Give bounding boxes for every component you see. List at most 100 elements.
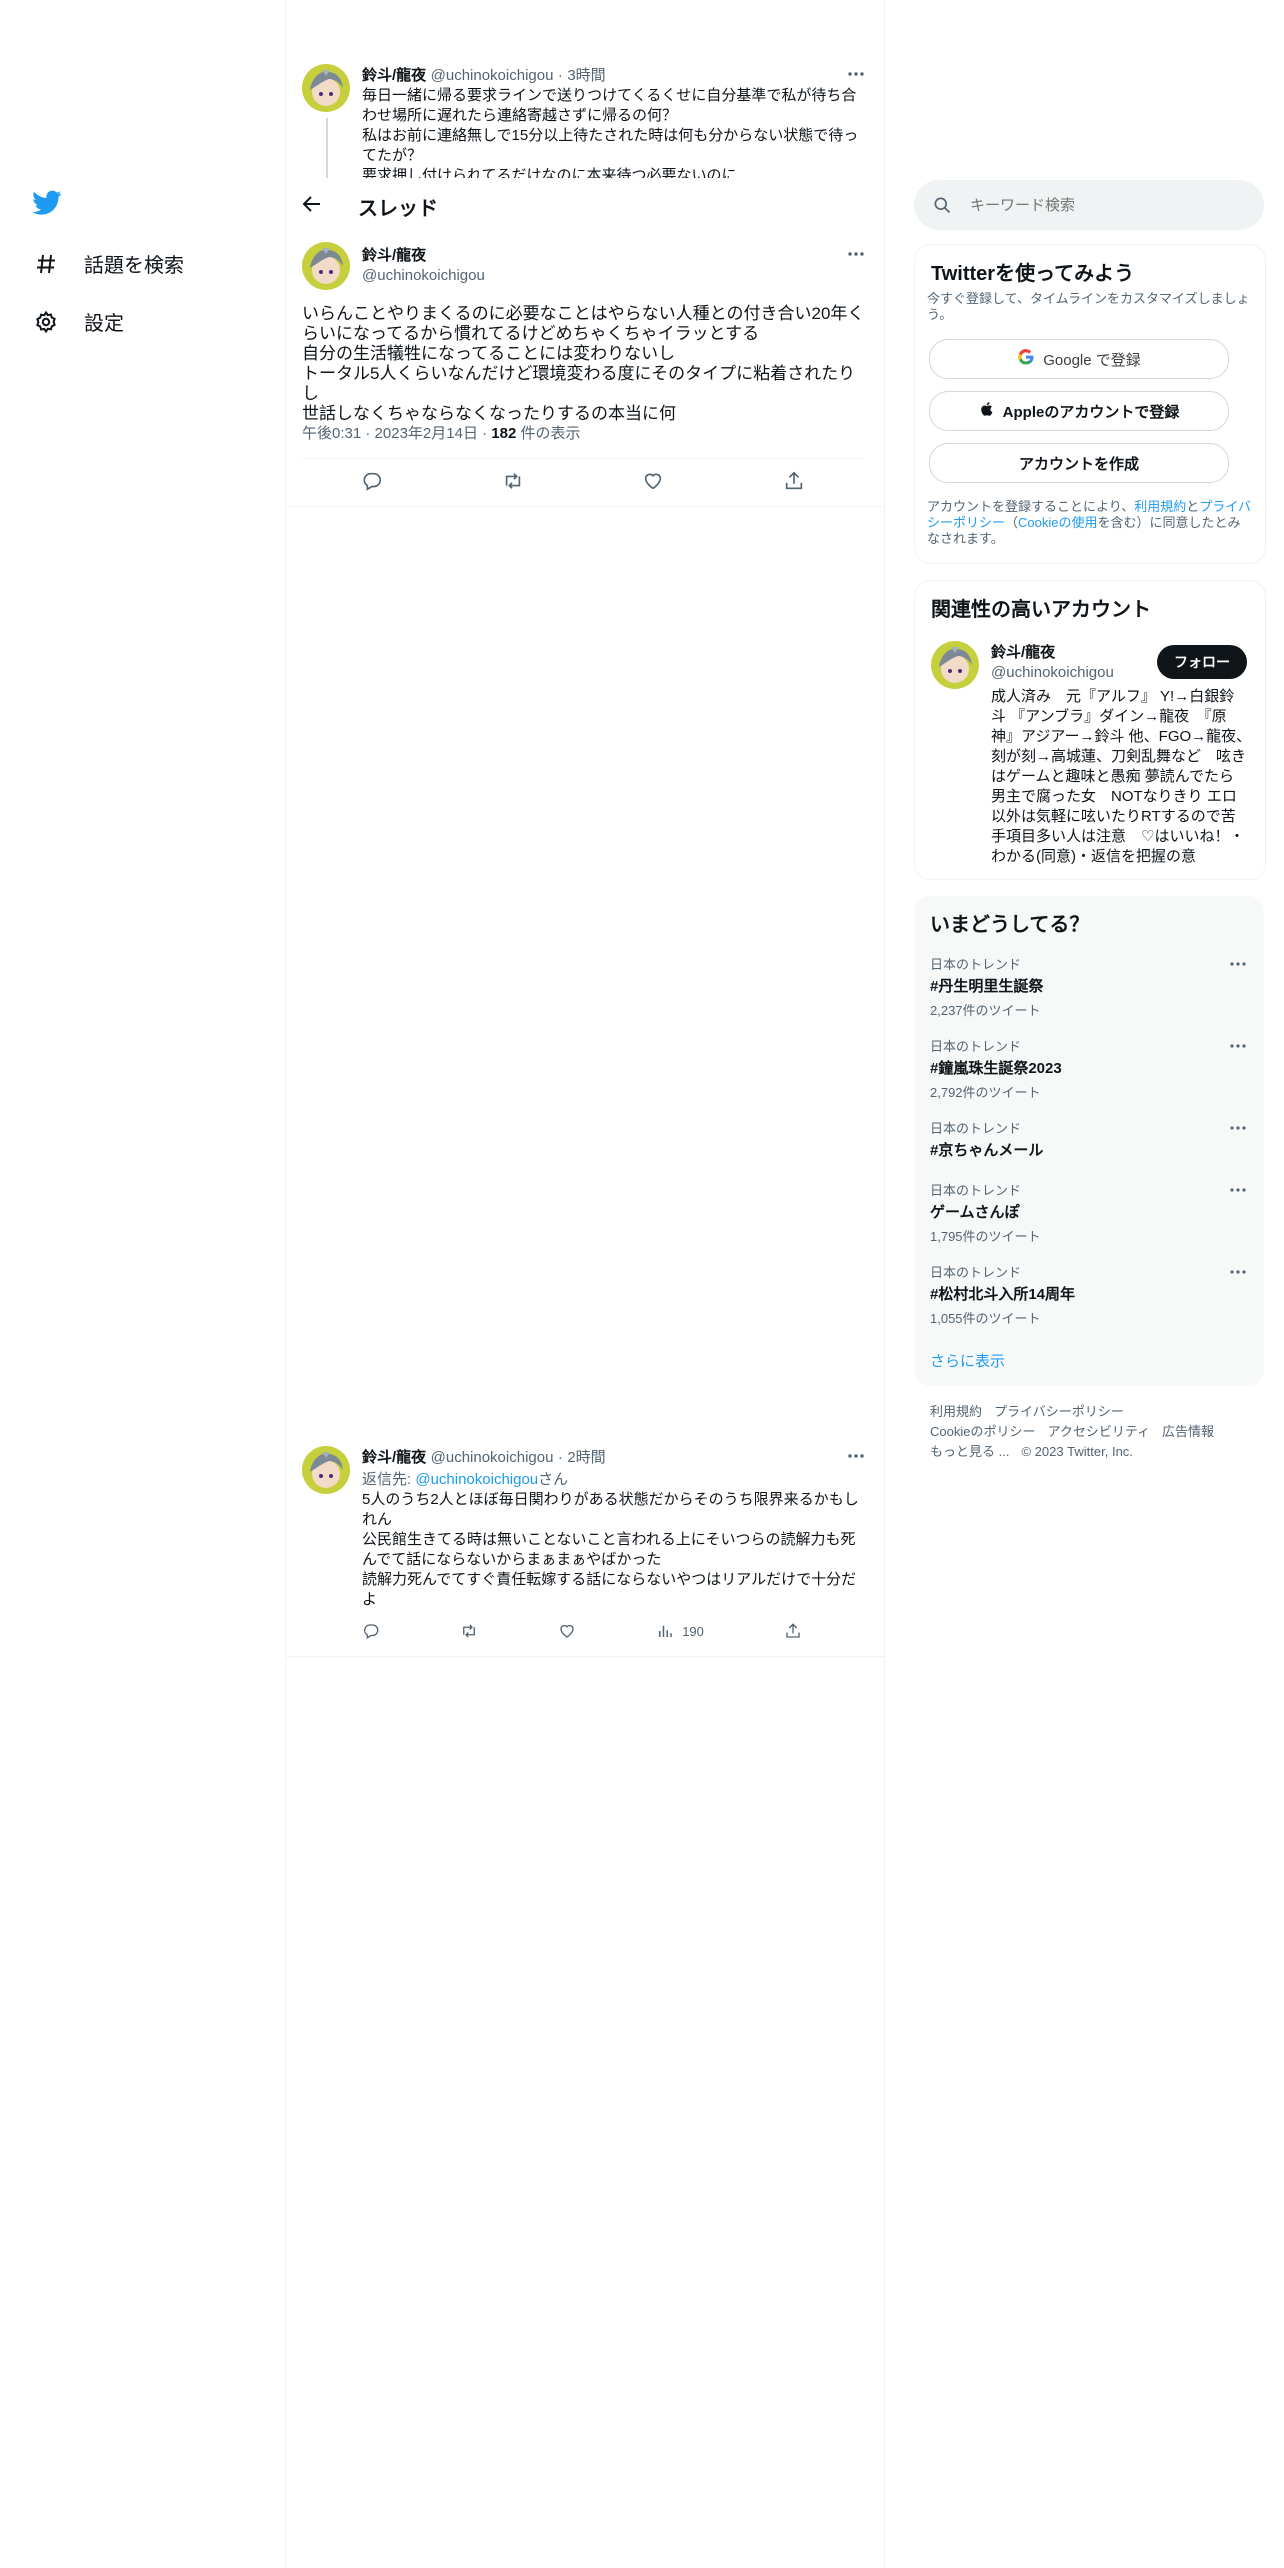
tweet-text-line: トータル5人くらいなんだけど環境変わる度にそのタイプに粘着されたりし [302,364,856,403]
related-account-name[interactable]: 鈴斗/龍夜 [991,641,1114,662]
retweet-icon [463,1624,475,1638]
bio-line: 神』アジアー→鈴斗 他、FGO→龍夜、 [991,728,1252,745]
more-icon[interactable] [1228,1118,1248,1143]
like-button[interactable] [558,1622,576,1640]
trend-category: 日本のトレンド [930,1039,1022,1054]
tweet-text-line: んでて話にならないからまぁまぁやばかった [362,1551,662,1568]
tweet-author-name[interactable]: 鈴斗/龍夜 [362,244,485,265]
tweet-text-line: 公民館生きてる時は無いことないこと言われる上にそいつらの読解力も死 [362,1531,856,1548]
footer-more-link[interactable]: もっと見る ... [930,1444,1009,1459]
views-button[interactable]: 190 [656,1622,704,1640]
reply-button[interactable] [362,1622,380,1640]
more-icon[interactable] [1228,954,1248,979]
footer-cookie-link[interactable]: Cookieのポリシー [930,1424,1035,1439]
bio-line: 成人済み 元『アルフ』 Y!→白銀鈴 [991,688,1235,705]
cookie-link[interactable]: Cookieの使用 [1018,515,1097,530]
tweet-date[interactable]: 2023年2月14日 [375,425,478,442]
analytics-icon [659,1625,672,1637]
main-column-left-border [285,0,286,2568]
nav-explore[interactable]: 話題を検索 [32,249,184,278]
share-icon [785,471,802,490]
tweet-text-line: よ [362,1591,378,1608]
trend-item[interactable]: 日本のトレンド #丹生明里生誕祭 2,237件のツイート [930,954,1248,1019]
search-input[interactable] [968,195,1232,215]
reply-tweet-text: 5人のうち2人とほぼ毎日関わりがある状態だからそのうち限界来るかもし れん 公民… [362,1490,862,1610]
create-account-button[interactable]: アカウントを作成 [929,443,1229,483]
tweet-text-line: いらんことやりまくるのに必要なことはやらない人種との付き合い20年く [302,304,865,323]
trend-count: 1,055件のツイート [930,1311,1041,1326]
footer-terms-link[interactable]: 利用規約 [930,1404,982,1419]
apple-signup-button[interactable]: Appleのアカウントで登録 [929,391,1229,431]
nav-settings[interactable]: 設定 [32,307,124,336]
footer-accessibility-link[interactable]: アクセシビリティ [1047,1424,1150,1439]
nav-explore-label: 話題を検索 [84,255,184,277]
tweet-text-line: 自分の生活犠牲になってることには変わりないし [302,344,676,363]
like-button[interactable] [642,470,664,492]
trend-title: #松村北斗入所14周年 [930,1286,1076,1303]
search-box[interactable] [914,180,1264,230]
tweet-text-line: 読解力死んでてすぐ責任転嫁する話にならないやつはリアルだけで十分だ [362,1571,857,1588]
thread-header: スレッド [286,178,884,232]
tweet-author-handle[interactable]: @uchinokoichigou [431,1449,554,1466]
bio-line: 以外は気軽に呟いたりRTするので苦 [991,808,1236,825]
bio-line: はゲームと趣味と愚痴 夢読んでたら [991,768,1234,785]
reply-tweet-actions: 190 [362,1622,802,1640]
prev-tweet-header: 鈴斗/龍夜 @uchinokoichigou · 3時間 [362,67,606,84]
tweet-author-handle[interactable]: @uchinokoichigou [362,267,485,284]
avatar[interactable] [302,242,350,290]
avatar[interactable] [302,1446,350,1494]
more-icon[interactable] [1228,1036,1248,1061]
trend-category: 日本のトレンド [930,1265,1022,1280]
avatar[interactable] [302,64,350,112]
footer-privacy-link[interactable]: プライバシーポリシー [994,1404,1124,1419]
retweet-button[interactable] [460,1622,478,1640]
terms-link[interactable]: 利用規約 [1134,499,1186,514]
tweet-text-line: てたが？ [362,147,423,164]
tweet-author-handle[interactable]: @uchinokoichigou [431,67,554,84]
related-account-bio: 成人済み 元『アルフ』 Y!→白銀鈴 斗 『アンブラ』ダイン→龍夜 『原 神』ア… [991,687,1255,867]
related-account-handle[interactable]: @uchinokoichigou [991,664,1114,681]
trend-item[interactable]: 日本のトレンド #京ちゃんメール [930,1118,1248,1160]
share-button[interactable] [784,1622,802,1640]
footer-ads-link[interactable]: 広告情報 [1162,1424,1214,1439]
reply-button[interactable] [361,470,383,492]
retweet-button[interactable] [502,470,524,492]
more-icon[interactable] [846,244,866,269]
trend-title: #京ちゃんメール [930,1142,1044,1159]
twitter-logo-icon[interactable] [32,190,64,220]
follow-button[interactable]: フォロー [1157,645,1247,679]
trend-count: 2,792件のツイート [930,1085,1041,1100]
more-icon[interactable] [846,1446,866,1471]
tweet-text-line: 毎日一緒に帰る要求ラインで送りつけてくるくせに自分基準で私が待ち合 [362,87,857,104]
retweet-icon [505,473,520,489]
share-icon [786,1623,800,1638]
more-icon[interactable] [1228,1180,1248,1205]
google-signup-label: Google で登録 [1043,351,1141,369]
tweet-time[interactable]: 2時間 [567,1449,605,1466]
bio-line: 男主で腐った女 NOTなりきり エロ [991,788,1237,805]
tweet-meta: 午後0:31 · 2023年2月14日 · 182 件の表示 [302,425,581,442]
main-tweet-text: いらんことやりまくるのに必要なことはやらない人種との付き合い20年く らいになっ… [302,304,872,424]
trend-item[interactable]: 日本のトレンド #鐘嵐珠生誕祭2023 2,792件のツイート [930,1036,1248,1101]
gear-icon [32,308,60,336]
google-signup-button[interactable]: Google で登録 [929,339,1229,379]
tweet-time[interactable]: 午後0:31 [302,425,361,442]
reply-handle-link[interactable]: @uchinokoichigou [415,1471,538,1488]
tweet-author-name[interactable]: 鈴斗/龍夜 [362,1449,426,1466]
trend-item[interactable]: 日本のトレンド #松村北斗入所14周年 1,055件のツイート [930,1262,1248,1327]
avatar[interactable] [931,641,979,689]
reply-icon [363,472,382,491]
related-title: 関連性の高いアカウント [931,599,1151,621]
show-more-link[interactable]: さらに表示 [930,1350,1005,1371]
tweet-author-name[interactable]: 鈴斗/龍夜 [362,67,426,84]
trend-item[interactable]: 日本のトレンド ゲームさんぽ 1,795件のツイート [930,1180,1248,1245]
trend-category: 日本のトレンド [930,1183,1022,1198]
apple-signup-label: Appleのアカウントで登録 [1002,403,1180,421]
signup-subtitle: 今すぐ登録して、タイムラインをカスタマイズしましょう。 [927,291,1250,322]
more-icon[interactable] [1228,1262,1248,1287]
reply-icon [364,1624,379,1639]
share-button[interactable] [783,470,805,492]
trend-title: ゲームさんぽ [930,1204,1020,1221]
tweet-time[interactable]: 3時間 [567,67,605,84]
back-arrow-icon[interactable] [300,192,326,218]
